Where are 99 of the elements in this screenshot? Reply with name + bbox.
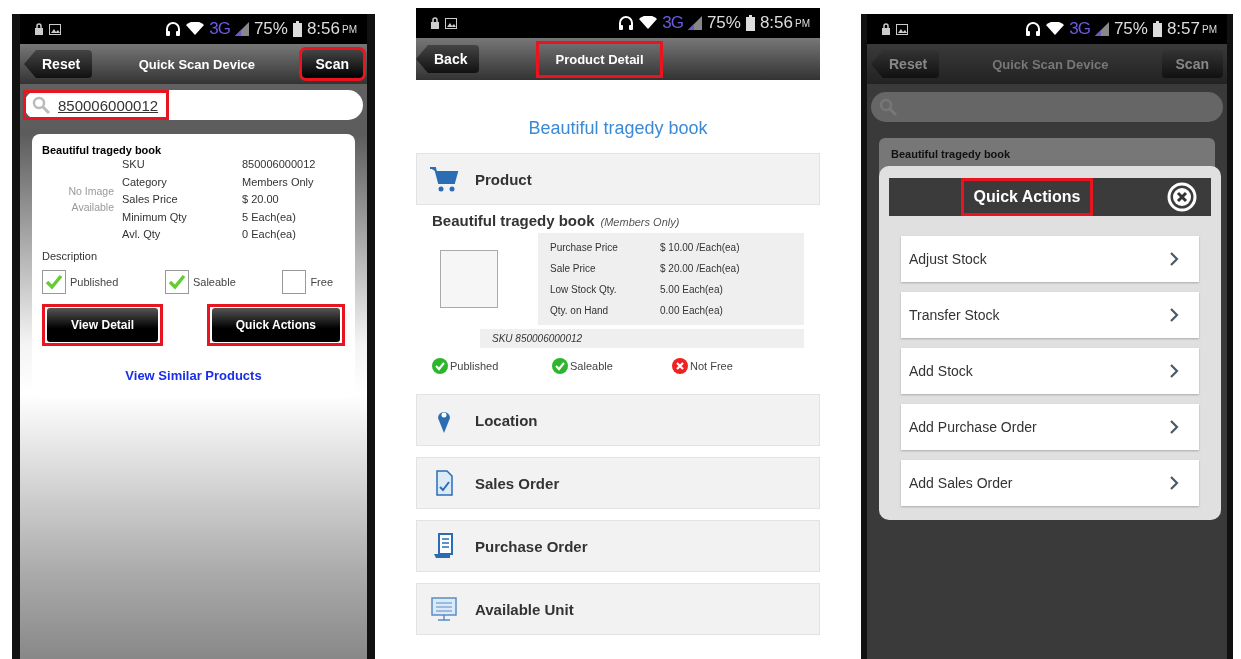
- battery-percent: 75%: [706, 13, 741, 33]
- checkbox[interactable]: [164, 269, 189, 294]
- close-icon[interactable]: [1167, 182, 1197, 212]
- clock-period: PM: [342, 23, 357, 35]
- section-header[interactable]: Sales Order: [416, 457, 820, 509]
- wifi-icon: [186, 22, 205, 36]
- image-icon: [896, 23, 908, 35]
- status-label: Saleable: [570, 360, 613, 372]
- clock-time: 8:57: [1166, 19, 1200, 39]
- headphones-icon: [1025, 21, 1042, 37]
- quick-actions-button[interactable]: Quick Actions: [211, 307, 340, 342]
- back-button[interactable]: Back: [416, 45, 480, 73]
- product-name: Beautiful tragedy book: [891, 148, 1012, 160]
- search-field[interactable]: [871, 92, 1223, 122]
- action-item[interactable]: Add Sales Order: [901, 460, 1199, 506]
- network-type: 3G: [662, 13, 683, 33]
- product-name: Beautiful tragedy book: [432, 212, 595, 229]
- lock-icon: [34, 23, 44, 35]
- action-item[interactable]: Add Purchase Order: [901, 404, 1199, 450]
- checkbox-label: Saleable: [192, 275, 236, 288]
- reset-button[interactable]: Reset: [24, 50, 93, 78]
- image-icon: [49, 23, 61, 35]
- section-header[interactable]: Location: [416, 394, 820, 446]
- product-name: Beautiful tragedy book: [42, 144, 163, 156]
- section-header[interactable]: Purchase Order: [416, 520, 820, 572]
- field-value: 850006000012: [242, 157, 316, 172]
- section-header[interactable]: Available Unit: [416, 583, 820, 635]
- chevron-right-icon: [1169, 475, 1179, 491]
- action-item[interactable]: Transfer Stock: [901, 292, 1199, 338]
- field-label: Sales Price: [122, 192, 179, 207]
- status-label: Not Free: [690, 360, 733, 372]
- network-type: 3G: [209, 19, 230, 39]
- checkbox-label: Published: [70, 275, 119, 288]
- field-label: Category: [122, 174, 168, 190]
- checkbox[interactable]: [42, 269, 66, 294]
- chevron-right-icon: [1169, 363, 1179, 379]
- screen-title: Quick Scan Device: [137, 55, 256, 74]
- headphones-icon: [618, 15, 635, 31]
- screen-title: Product Detail: [539, 43, 660, 75]
- field-label: Minimum Qty: [122, 209, 188, 225]
- battery-icon: [745, 15, 755, 31]
- action-item[interactable]: Adjust Stock: [901, 236, 1199, 282]
- screen-title: Quick Scan Device: [991, 55, 1110, 74]
- status-label: Published: [450, 360, 499, 372]
- sku-text: SKU 850006000012: [480, 329, 804, 348]
- price-value: $ 10.00 /Each(ea): [660, 241, 740, 255]
- search-value: 850006000012: [58, 96, 159, 114]
- image-placeholder: [440, 250, 498, 308]
- product-title: Beautiful tragedy book: [527, 118, 709, 139]
- chevron-right-icon: [1169, 419, 1179, 435]
- signal-icon: [234, 22, 249, 36]
- field-value: 5 Each(ea): [242, 209, 296, 225]
- no-image-text: No Image Available: [67, 184, 114, 215]
- lock-icon: [430, 17, 440, 29]
- price-label: Sale Price: [550, 262, 597, 276]
- scan-button[interactable]: Scan: [1161, 50, 1223, 78]
- image-icon: [445, 17, 457, 29]
- battery-icon: [1152, 21, 1162, 37]
- search-field[interactable]: 850006000012: [24, 90, 363, 120]
- section-header[interactable]: Product: [416, 153, 820, 205]
- chevron-right-icon: [1169, 307, 1179, 323]
- description-label: Description: [42, 249, 99, 262]
- battery-percent: 75%: [1113, 19, 1148, 39]
- lock-icon: [881, 23, 891, 35]
- checkbox-label: Free: [310, 275, 333, 288]
- clock-period: PM: [795, 17, 810, 29]
- price-value: 5.00 Each(ea): [660, 283, 723, 297]
- reset-button[interactable]: Reset: [871, 50, 940, 78]
- price-label: Purchase Price: [550, 241, 619, 255]
- wifi-icon: [639, 16, 658, 30]
- search-icon: [32, 96, 50, 114]
- wifi-icon: [1046, 22, 1065, 36]
- field-label: Avl. Qty: [122, 227, 162, 242]
- clock-time: 8:56: [306, 19, 340, 39]
- checkbox[interactable]: [282, 269, 307, 294]
- field-value: 0 Each(ea): [242, 227, 296, 242]
- network-type: 3G: [1069, 19, 1090, 39]
- headphones-icon: [165, 21, 182, 37]
- battery-percent: 75%: [253, 19, 288, 39]
- dialog-title: Quick Actions: [963, 181, 1091, 213]
- action-item[interactable]: Add Stock: [901, 348, 1199, 394]
- price-value: $ 20.00 /Each(ea): [660, 262, 740, 276]
- clock-time: 8:56: [759, 13, 793, 33]
- signal-icon: [687, 16, 702, 30]
- field-value: Members Only: [242, 174, 314, 190]
- product-category: (Members Only): [600, 216, 680, 228]
- scan-button[interactable]: Scan: [301, 50, 363, 78]
- clock-period: PM: [1202, 23, 1217, 35]
- field-value: $ 20.00: [242, 192, 279, 207]
- view-detail-button[interactable]: View Detail: [47, 307, 159, 342]
- field-label: SKU: [122, 157, 146, 172]
- signal-icon: [1094, 22, 1109, 36]
- chevron-right-icon: [1169, 251, 1179, 267]
- similar-products-link[interactable]: View Similar Products: [125, 367, 262, 383]
- price-label: Qty. on Hand: [550, 304, 610, 318]
- price-label: Low Stock Qty.: [550, 283, 618, 297]
- cart-icon: [429, 165, 459, 193]
- battery-icon: [292, 21, 302, 37]
- price-value: 0.00 Each(ea): [660, 304, 723, 318]
